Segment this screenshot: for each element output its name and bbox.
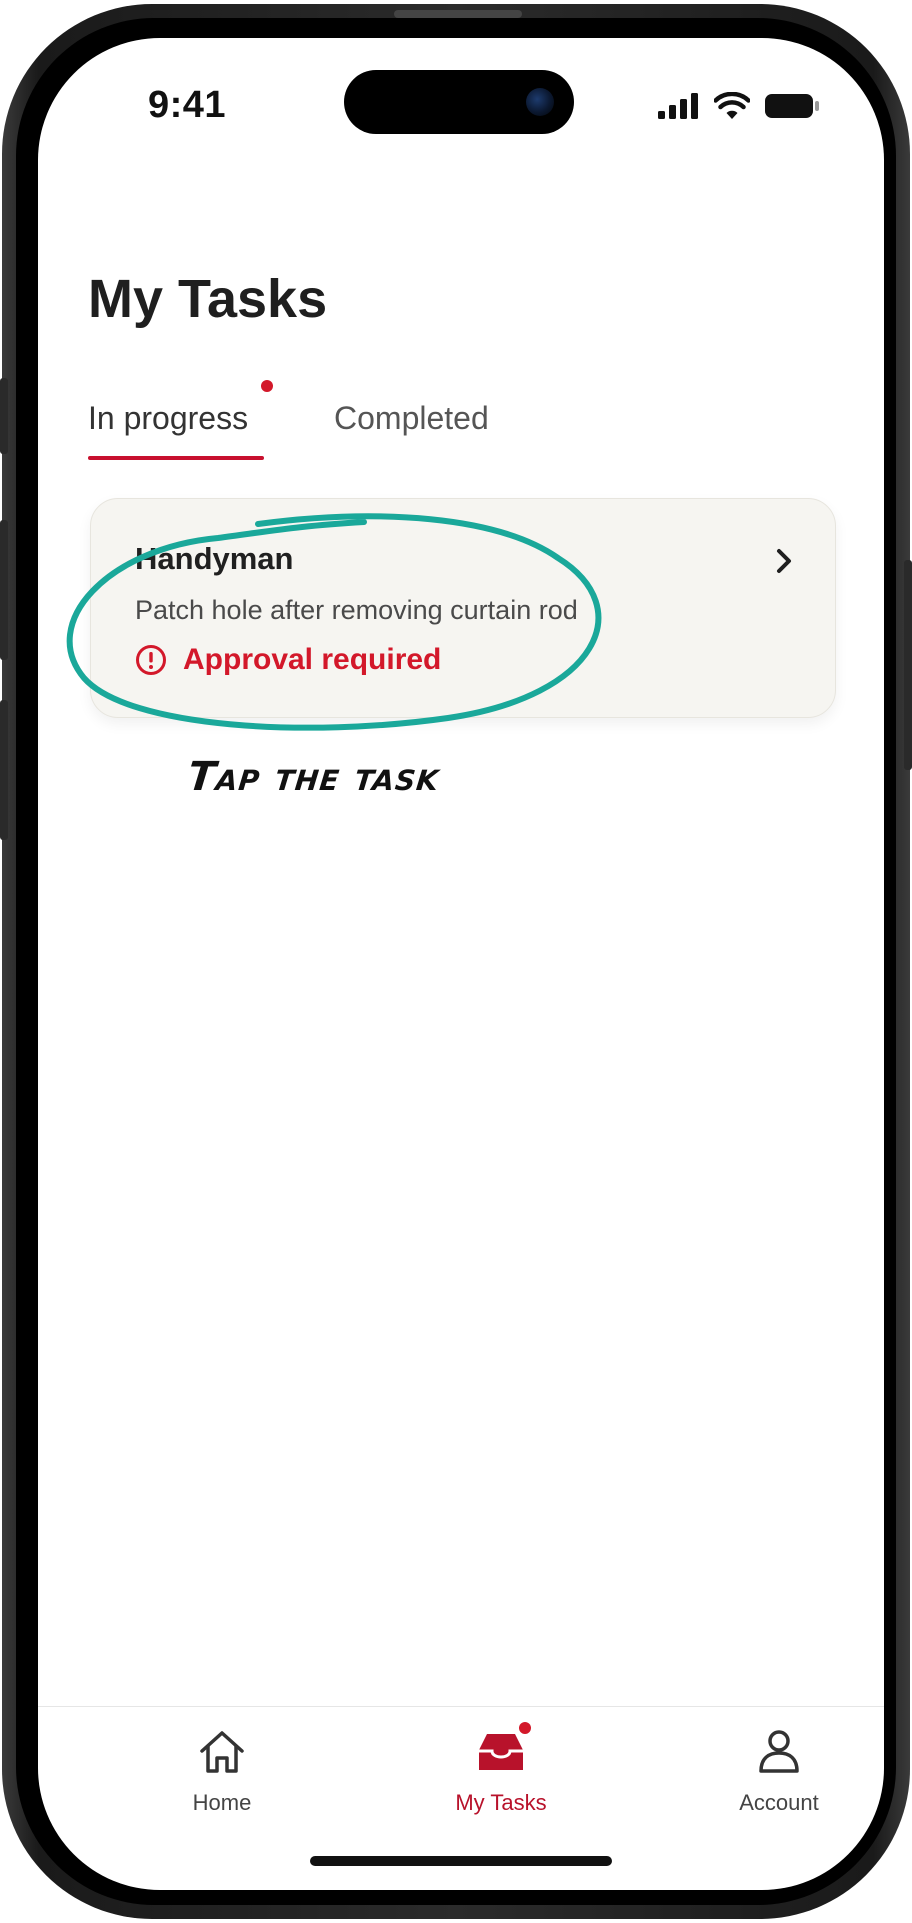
nav-item-account[interactable]: Account — [699, 1724, 859, 1816]
phone-speaker-grille — [394, 10, 522, 18]
tab-notification-dot — [261, 380, 273, 392]
active-tab-indicator — [88, 456, 264, 460]
annotation-text: Tap the task — [185, 754, 442, 800]
nav-notification-dot — [519, 1722, 531, 1734]
home-icon — [200, 1731, 244, 1773]
person-icon — [759, 1730, 799, 1773]
phone-power-button — [904, 560, 912, 770]
phone-volume-up-button — [0, 520, 8, 660]
app-screen: 9:41 My Tasks In progress Completed Hand… — [38, 38, 884, 1890]
task-status-text: Approval required — [183, 643, 442, 676]
battery-icon — [765, 94, 819, 118]
dynamic-island — [344, 70, 574, 134]
task-card[interactable]: Handyman Patch hole after removing curta… — [90, 498, 836, 718]
wifi-icon — [714, 92, 750, 119]
nav-item-home[interactable]: Home — [142, 1724, 302, 1816]
status-icons — [658, 90, 820, 122]
alert-circle-icon — [136, 645, 166, 675]
task-status: Approval required — [135, 643, 441, 677]
page-title: My Tasks — [88, 269, 328, 329]
tab-in-progress[interactable]: In progress — [88, 400, 248, 437]
bottom-nav-divider — [38, 1706, 884, 1707]
phone-volume-down-button — [0, 700, 8, 840]
nav-item-my-tasks[interactable]: My Tasks — [421, 1722, 581, 1816]
home-indicator[interactable] — [310, 1856, 612, 1866]
status-time: 9:41 — [148, 84, 227, 126]
cellular-signal-icon — [658, 93, 698, 119]
chevron-right-icon — [777, 549, 791, 573]
nav-label-my-tasks: My Tasks — [455, 1790, 547, 1815]
nav-label-home: Home — [192, 1790, 252, 1815]
nav-label-account: Account — [739, 1790, 819, 1815]
tab-completed[interactable]: Completed — [334, 400, 489, 437]
task-description: Patch hole after removing curtain rod — [135, 595, 578, 625]
annotation-circle — [66, 513, 602, 731]
task-title: Handyman — [135, 541, 294, 576]
phone-side-button — [0, 378, 8, 454]
front-camera-icon — [526, 88, 554, 116]
